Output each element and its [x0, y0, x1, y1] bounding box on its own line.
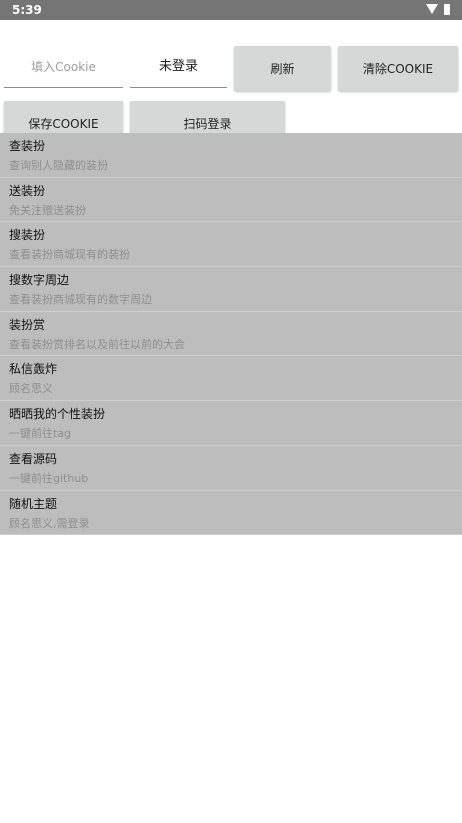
list-item-dm-bomb[interactable]: 私信轰炸 顾名思义 [0, 356, 462, 402]
item-desc: 免关注赠送装扮 [9, 203, 86, 217]
item-title: 查装扮 [9, 139, 46, 153]
item-desc: 顾名思义 [9, 382, 53, 396]
battery-icon [444, 4, 450, 15]
item-desc: 一键前往github [9, 471, 89, 485]
login-status: 未登录 [130, 46, 227, 88]
item-desc: 查询别人隐藏的装扮 [9, 159, 108, 172]
item-title: 搜装扮 [9, 228, 46, 243]
clear-cookie-button[interactable]: 清除COOKIE [338, 46, 458, 91]
list-item-search-digital-merch[interactable]: 搜数字周边 查看装扮商城现有的数字周边 [0, 267, 462, 312]
status-bar: 5:39 [0, 0, 462, 20]
item-desc: 查看装扮商城现有的数字周边 [9, 293, 152, 307]
item-title: 私信轰炸 [9, 362, 58, 377]
cookie-input[interactable] [4, 46, 123, 88]
refresh-button[interactable]: 刷新 [234, 46, 331, 91]
list-item-show-outfit[interactable]: 晒晒我的个性装扮 一键前往tag [0, 401, 462, 446]
list-item-view-source[interactable]: 查看源码 一键前往github [0, 445, 462, 491]
item-title: 晒晒我的个性装扮 [9, 407, 106, 422]
status-icons [426, 4, 450, 16]
feature-list: 查装扮 查询别人隐藏的装扮 送装扮 免关注赠送装扮 搜装扮 查看装扮商城现有的装… [0, 133, 462, 536]
list-item-outfit-reward[interactable]: 装扮赏 查看装扮赏排名以及前往以前的大会 [0, 311, 462, 357]
item-title: 送装扮 [9, 183, 46, 198]
item-desc: 查看装扮赏排名以及前往以前的大会 [9, 337, 185, 351]
list-item-search-outfit[interactable]: 搜装扮 查看装扮商城现有的装扮 [0, 222, 462, 268]
list-item-random-theme[interactable]: 随机主题 顾名思义,需登录 [0, 490, 462, 536]
item-desc: 顾名思义,需登录 [9, 516, 90, 530]
item-desc: 查看装扮商城现有的装扮 [9, 248, 130, 262]
item-title: 随机主题 [9, 496, 58, 511]
list-item-check-outfit[interactable]: 查装扮 查询别人隐藏的装扮 [0, 133, 462, 178]
wifi-icon [426, 4, 438, 14]
item-title: 搜数字周边 [9, 273, 70, 288]
item-title: 查看源码 [9, 451, 58, 466]
item-title: 装扮赏 [9, 317, 46, 332]
top-controls: 未登录 刷新 清除COOKIE 保存COOKIE 扫码登录 [0, 20, 462, 146]
item-desc: 一键前往tag [9, 427, 72, 441]
list-item-gift-outfit[interactable]: 送装扮 免关注赠送装扮 [0, 177, 462, 223]
status-time: 5:39 [12, 3, 42, 17]
